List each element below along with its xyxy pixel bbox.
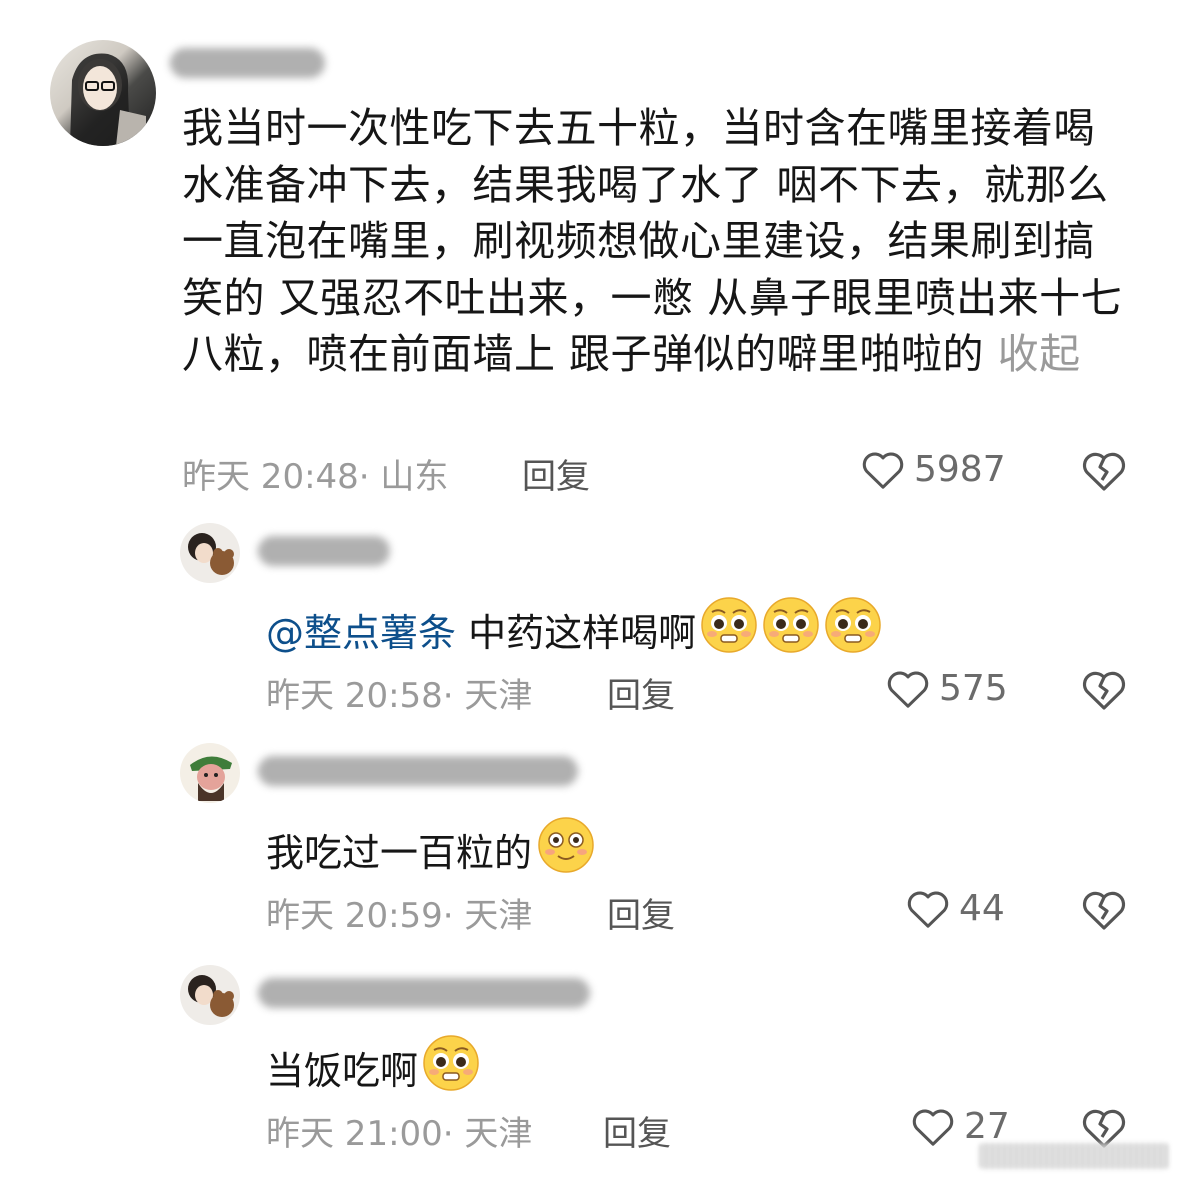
comment-meta: 昨天 21:00· 天津 (266, 1114, 533, 1154)
avatar[interactable] (180, 743, 240, 803)
avatar[interactable] (180, 965, 240, 1025)
heart-outline-icon (860, 447, 906, 491)
comment-body: 我当时一次性吃下去五十粒，当时含在嘴里接着喝水准备冲下去，结果我喝了水了 咽不下… (182, 100, 1132, 383)
username-blurred[interactable] (258, 756, 578, 786)
collapse-link[interactable]: 收起 (998, 330, 1081, 378)
like-button[interactable]: 575 (885, 666, 1008, 710)
pleading-face-emoji (824, 596, 882, 663)
username-blurred[interactable] (258, 536, 390, 566)
reply-button[interactable]: 回复 (607, 888, 675, 937)
reply-button[interactable]: 回复 (607, 668, 675, 717)
watermark-blurred (979, 1143, 1169, 1169)
heart-outline-icon (905, 886, 951, 930)
pleading-face-emoji (422, 1034, 480, 1101)
comment-body: @整点薯条 中药这样喝啊 (266, 596, 882, 663)
mention-link[interactable]: @整点薯条 (266, 602, 456, 657)
like-button[interactable]: 5987 (860, 447, 1006, 491)
reply-button[interactable]: 回复 (603, 1106, 671, 1155)
username-blurred[interactable] (170, 48, 325, 78)
comment-text: 当饭吃啊 (266, 1049, 419, 1093)
like-count: 44 (959, 887, 1005, 929)
broken-heart-icon[interactable] (1080, 666, 1128, 712)
broken-heart-icon[interactable] (1080, 447, 1128, 493)
like-button[interactable]: 27 (910, 1104, 1010, 1148)
pleading-face-emoji (762, 596, 820, 663)
comment-text: 我当时一次性吃下去五十粒，当时含在嘴里接着喝水准备冲下去，结果我喝了水了 咽不下… (182, 104, 1123, 378)
like-count: 27 (964, 1105, 1010, 1147)
like-count: 575 (939, 667, 1008, 709)
comment-body: 当饭吃啊 (266, 1034, 480, 1101)
like-count: 5987 (914, 448, 1006, 490)
username-blurred[interactable] (258, 978, 590, 1008)
flushed-face-emoji (536, 816, 596, 883)
heart-outline-icon (910, 1104, 956, 1148)
comment-meta: 昨天 20:58· 天津 (266, 676, 533, 716)
reply-button[interactable]: 回复 (522, 449, 590, 498)
comment-text: 我吃过一百粒的 (266, 831, 533, 875)
avatar[interactable] (180, 523, 240, 583)
comment-body: 我吃过一百粒的 (266, 816, 596, 883)
comment-meta: 昨天 20:48· 山东 (182, 457, 449, 497)
heart-outline-icon (885, 666, 931, 710)
pleading-face-emoji (700, 596, 758, 663)
comment-text: 中药这样喝啊 (456, 611, 697, 655)
comment-meta: 昨天 20:59· 天津 (266, 896, 533, 936)
broken-heart-icon[interactable] (1080, 886, 1128, 932)
avatar[interactable] (50, 40, 156, 146)
like-button[interactable]: 44 (905, 886, 1005, 930)
